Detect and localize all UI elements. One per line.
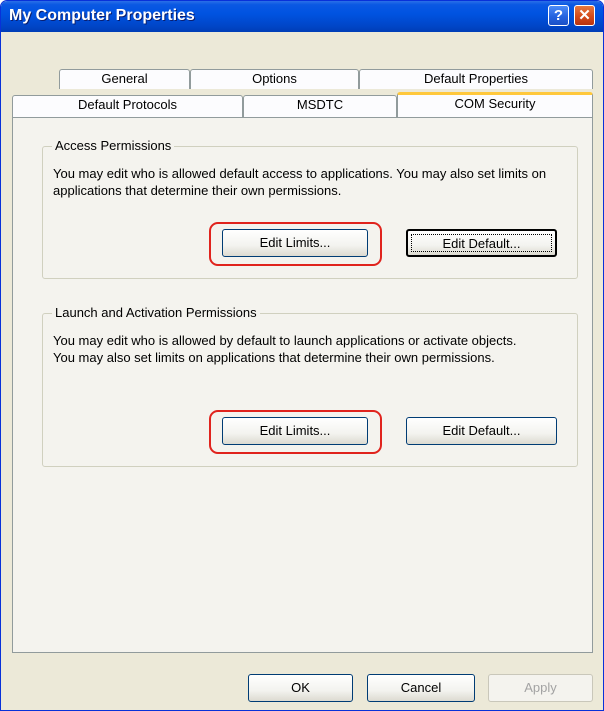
focus-rectangle bbox=[411, 234, 552, 252]
access-edit-default-button[interactable]: Edit Default... bbox=[406, 229, 557, 257]
properties-dialog: My Computer Properties ? ✕ General Optio… bbox=[0, 0, 604, 711]
close-icon: ✕ bbox=[578, 7, 591, 24]
launch-activation-group: Launch and Activation Permissions You ma… bbox=[42, 305, 578, 467]
access-permissions-group: Access Permissions You may edit who is a… bbox=[42, 138, 578, 279]
help-button[interactable]: ? bbox=[548, 5, 569, 26]
tab-msdtc[interactable]: MSDTC bbox=[243, 95, 397, 117]
tab-default-protocols[interactable]: Default Protocols bbox=[12, 95, 243, 117]
cancel-button[interactable]: Cancel bbox=[367, 674, 475, 702]
window-title: My Computer Properties bbox=[9, 7, 195, 24]
ok-button[interactable]: OK bbox=[248, 674, 353, 702]
launch-edit-limits-button[interactable]: Edit Limits... bbox=[222, 417, 368, 445]
help-icon: ? bbox=[553, 7, 564, 24]
launch-activation-description: You may edit who is allowed by default t… bbox=[53, 333, 517, 365]
launch-edit-default-button[interactable]: Edit Default... bbox=[406, 417, 557, 445]
tab-com-security[interactable]: COM Security bbox=[397, 92, 593, 117]
tab-options[interactable]: Options bbox=[190, 69, 359, 89]
apply-button[interactable]: Apply bbox=[488, 674, 593, 702]
close-button[interactable]: ✕ bbox=[574, 5, 595, 26]
launch-activation-legend: Launch and Activation Permissions bbox=[52, 305, 260, 320]
access-permissions-legend: Access Permissions bbox=[52, 138, 175, 153]
access-permissions-description: You may edit who is allowed default acce… bbox=[53, 166, 547, 198]
tab-general[interactable]: General bbox=[59, 69, 190, 89]
title-bar[interactable]: My Computer Properties ? ✕ bbox=[1, 1, 603, 32]
com-security-panel: Access Permissions You may edit who is a… bbox=[12, 117, 593, 653]
access-edit-limits-button[interactable]: Edit Limits... bbox=[222, 229, 368, 257]
tab-default-properties[interactable]: Default Properties bbox=[359, 69, 593, 89]
